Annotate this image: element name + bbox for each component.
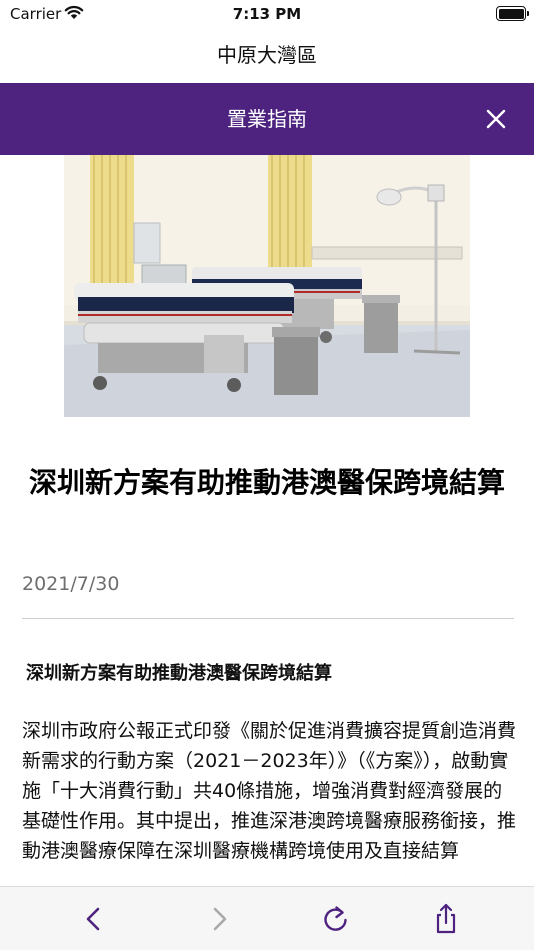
reload-icon[interactable] — [318, 901, 354, 937]
article-date: 2021/7/30 — [22, 573, 120, 595]
divider — [22, 618, 514, 619]
browser-toolbar — [0, 886, 534, 950]
app-title: 中原大灣區 — [217, 43, 317, 67]
status-bar: Carrier 7:13 PM — [0, 0, 534, 30]
status-time: 7:13 PM — [232, 5, 302, 23]
share-icon[interactable] — [428, 901, 464, 937]
article-title: 深圳新方案有助推動港澳醫保跨境結算 — [28, 466, 505, 499]
article-body: 深圳市政府公報正式印發《關於促進消費擴容提質創造消費新需求的行動方案（2021－… — [22, 720, 516, 862]
section-title: 置業指南 — [227, 107, 307, 131]
chevron-right-icon[interactable] — [201, 901, 237, 937]
article-subtitle: 深圳新方案有助推動港澳醫保跨境結算 — [26, 663, 332, 684]
close-icon[interactable] — [478, 101, 514, 137]
chevron-left-icon[interactable] — [76, 901, 112, 937]
article-hero-image — [64, 155, 470, 417]
section-header: 置業指南 — [0, 83, 534, 155]
battery-icon — [496, 6, 529, 21]
